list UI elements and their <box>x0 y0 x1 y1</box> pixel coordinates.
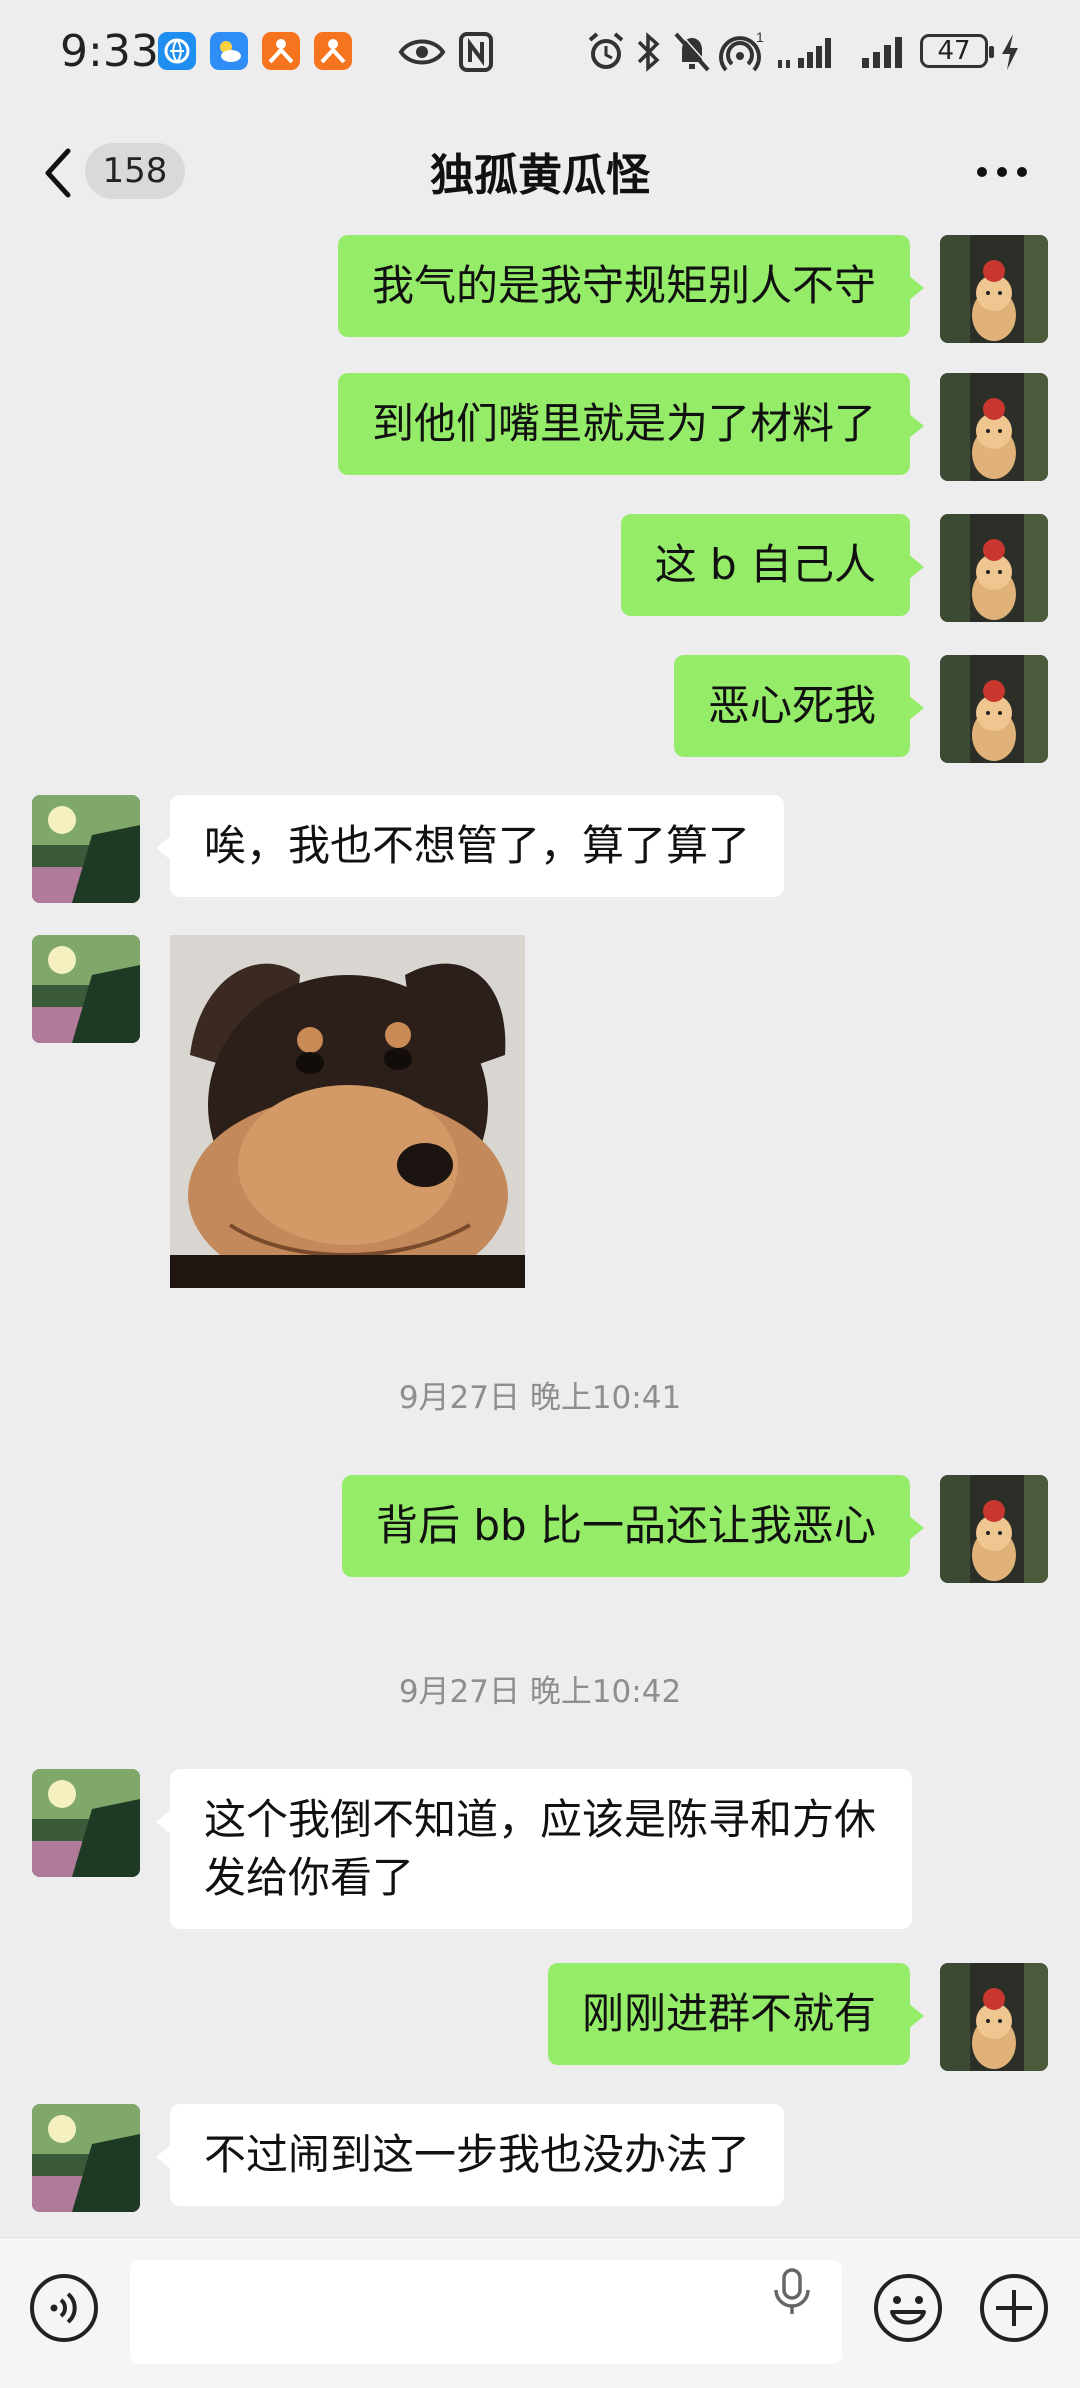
my-message-bubble[interactable]: 这 b 自己人 <box>620 514 925 616</box>
eye-icon <box>398 39 446 65</box>
chat-header: 158 独孤黄瓜怪 <box>0 105 1080 235</box>
browser-app-icon <box>158 32 196 70</box>
peer-avatar[interactable] <box>32 2104 140 2212</box>
peer-message-bubble[interactable]: 不过闹到这一步我也没办法了 <box>155 2104 785 2206</box>
hotspot-icon: 1 <box>719 30 764 72</box>
peer-message-bubble[interactable]: 这个我倒不知道，应该是陈寻和方休发给你看了 <box>156 1769 912 1929</box>
mute-bell-icon <box>674 31 712 72</box>
nfc-icon <box>459 32 493 72</box>
battery-level: 47 <box>920 34 994 68</box>
status-bar: 9:33 1 47 <box>0 0 1080 105</box>
chat-title: 独孤黄瓜怪 <box>430 150 650 201</box>
mic-icon[interactable] <box>770 2268 814 2316</box>
app-notification-icon <box>262 32 300 70</box>
peer-message-bubble[interactable]: 唉，我也不想管了，算了算了 <box>155 795 785 897</box>
my-avatar[interactable] <box>940 235 1048 343</box>
app-notification-icon <box>314 32 352 70</box>
signal-icon <box>778 38 831 68</box>
weather-app-icon <box>210 32 248 70</box>
message-input[interactable] <box>130 2260 842 2364</box>
my-avatar[interactable] <box>940 655 1048 763</box>
voice-icon[interactable] <box>28 2272 100 2344</box>
status-time: 9:33 <box>60 26 159 77</box>
my-message-bubble[interactable]: 刚刚进群不就有 <box>547 1963 925 2065</box>
my-message-bubble[interactable]: 我气的是我守规矩别人不守 <box>337 235 925 337</box>
peer-avatar[interactable] <box>32 1769 140 1877</box>
peer-avatar[interactable] <box>32 935 140 1043</box>
my-message-bubble[interactable]: 恶心死我 <box>673 655 925 757</box>
alarm-icon <box>588 32 624 69</box>
peer-avatar[interactable] <box>32 795 140 903</box>
charging-icon <box>1002 34 1018 70</box>
my-message-bubble[interactable]: 背后 bb 比一品还让我恶心 <box>341 1475 925 1577</box>
emoji-icon[interactable] <box>872 2272 944 2344</box>
my-avatar[interactable] <box>940 373 1048 481</box>
dog-face-sticker[interactable] <box>170 935 525 1288</box>
timestamp: 9月27日 晚上10:42 <box>398 1674 682 1710</box>
signal-superscript: 1 <box>756 30 764 45</box>
input-bar <box>0 2237 1080 2388</box>
my-avatar[interactable] <box>940 514 1048 622</box>
more-icon[interactable] <box>972 147 1032 197</box>
my-message-bubble[interactable]: 到他们嘴里就是为了材料了 <box>337 373 925 475</box>
timestamp: 9月27日 晚上10:41 <box>398 1380 682 1416</box>
my-avatar[interactable] <box>940 1475 1048 1583</box>
bluetooth-icon <box>637 32 660 72</box>
plus-icon[interactable] <box>978 2272 1050 2344</box>
signal-icon <box>862 37 902 68</box>
message-list[interactable]: 我气的是我守规矩别人不守 到他们嘴里就是为了材料了 这 b 自己人 恶心死我 唉… <box>0 235 1080 2235</box>
my-avatar[interactable] <box>940 1963 1048 2071</box>
